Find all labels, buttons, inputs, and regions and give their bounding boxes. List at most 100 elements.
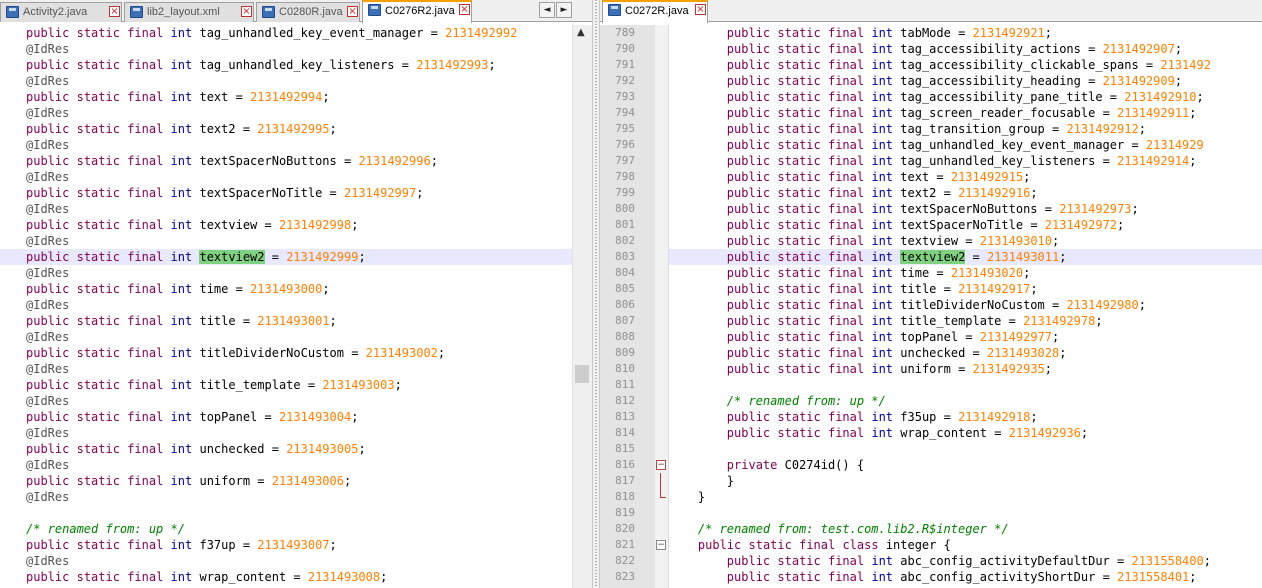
keyword-int: int — [170, 218, 193, 232]
fold-toggle-icon[interactable]: − — [656, 460, 666, 470]
fold-end-marker — [660, 489, 666, 498]
assign-operator: = — [1109, 554, 1132, 568]
keyword-static: static — [76, 58, 120, 72]
tab-scroll-right-icon[interactable]: ► — [556, 2, 572, 18]
code-content — [669, 377, 1262, 393]
keyword-static: static — [76, 186, 120, 200]
code-line: 805 public static final int title = 2131… — [600, 281, 1262, 297]
fold-toggle-icon[interactable]: − — [656, 540, 666, 550]
code-content: public static final int tag_transition_g… — [669, 121, 1262, 137]
assign-operator: = — [1095, 570, 1118, 584]
field-name: unchecked — [900, 346, 966, 360]
tab-lib2-layout-xml[interactable]: lib2_layout.xml × — [124, 2, 254, 22]
left-code-area[interactable]: public static final int tag_unhandled_ke… — [0, 25, 592, 588]
semicolon: ; — [488, 58, 496, 72]
field-name: textSpacerNoTitle — [199, 186, 323, 200]
keyword-public: public — [697, 538, 742, 552]
keyword-public: public — [726, 170, 771, 184]
semicolon: ; — [1059, 250, 1067, 264]
assign-operator: = — [286, 570, 308, 584]
code-content: /* renamed from: up */ — [669, 393, 1262, 409]
tab-c0280r-java[interactable]: C0280R.java × — [256, 2, 360, 22]
keyword-int: int — [871, 90, 894, 104]
keyword-final: final — [827, 554, 865, 568]
left-vertical-scrollbar[interactable]: ▲ — [572, 25, 592, 588]
semicolon: ; — [351, 218, 359, 232]
code-line: public static final int tag_unhandled_ke… — [0, 57, 572, 73]
tab-c0272r-java[interactable]: C0272R.java × — [602, 0, 708, 23]
code-line: 818 } — [600, 489, 1262, 505]
field-value: 2131492921 — [972, 26, 1045, 40]
keyword-static: static — [76, 154, 120, 168]
code-line: public static final int wrap_content = 2… — [0, 569, 572, 585]
annotation: @IdRes — [26, 490, 70, 504]
assign-operator: = — [235, 538, 258, 552]
semicolon: ; — [1189, 106, 1197, 120]
assign-operator: = — [336, 154, 359, 168]
line-number: 818 — [615, 490, 635, 503]
tab-label: C0276R2.java — [385, 5, 455, 17]
assign-operator: = — [423, 26, 446, 40]
close-icon[interactable]: × — [241, 6, 252, 17]
field-value: 2131493004 — [278, 410, 352, 424]
assign-operator: = — [322, 186, 344, 200]
field-name: title — [199, 314, 236, 328]
close-icon[interactable]: × — [109, 6, 120, 17]
keyword-static: static — [76, 378, 120, 392]
annotation: @IdRes — [26, 394, 70, 408]
assign-operator: = — [929, 266, 951, 280]
tab-activity2-java[interactable]: Activity2.java × — [0, 2, 122, 22]
close-icon[interactable]: × — [459, 4, 470, 15]
code-line: @IdRes — [0, 489, 572, 505]
semicolon: ; — [329, 122, 337, 136]
line-number: 797 — [615, 154, 635, 167]
keyword-static: static — [777, 570, 821, 584]
keyword-int: int — [871, 250, 894, 264]
code-line: 802 public static final int textview = 2… — [600, 233, 1262, 249]
keyword-final: final — [827, 282, 865, 296]
annotation: @IdRes — [26, 362, 70, 376]
field-value: 2131493028 — [986, 346, 1060, 360]
keyword-int: int — [170, 378, 193, 392]
keyword-class: class — [842, 538, 879, 552]
assign-operator: = — [950, 26, 973, 40]
field-value: 2131492998 — [278, 218, 352, 232]
code-content: public static final int tabMode = 213149… — [669, 25, 1262, 41]
keyword-public: public — [726, 346, 771, 360]
code-line: public static final int time = 213149300… — [0, 281, 572, 297]
keyword-static: static — [777, 250, 821, 264]
assign-operator: = — [1124, 138, 1146, 152]
assign-operator: = — [1138, 58, 1161, 72]
keyword-final: final — [827, 90, 865, 104]
keyword-final: final — [827, 138, 865, 152]
line-number: 823 — [615, 570, 635, 583]
field-name: tag_unhandled_key_listeners — [900, 154, 1096, 168]
keyword-int: int — [170, 410, 193, 424]
keyword-static: static — [777, 314, 821, 328]
keyword-public: public — [726, 426, 771, 440]
close-icon[interactable]: × — [347, 6, 358, 17]
field-name: unchecked — [199, 442, 265, 456]
tab-c0276r2-java[interactable]: C0276R2.java × — [362, 0, 472, 23]
right-code-area[interactable]: 789 public static final int tabMode = 21… — [600, 25, 1262, 588]
keyword-public: public — [726, 154, 771, 168]
scroll-up-arrow-icon[interactable]: ▲ — [577, 27, 585, 38]
pane-splitter[interactable] — [592, 0, 600, 588]
close-icon[interactable]: × — [695, 4, 706, 15]
annotation: @IdRes — [26, 74, 70, 88]
field-name: wrap_content — [199, 570, 287, 584]
tab-label: Activity2.java — [23, 6, 88, 18]
code-line: 803 public static final int textview2 = … — [600, 249, 1262, 265]
keyword-int: int — [170, 26, 193, 40]
keyword-static: static — [777, 426, 821, 440]
scrollbar-thumb[interactable] — [575, 365, 589, 383]
code-line: public static final int title_template =… — [0, 377, 572, 393]
semicolon: ; — [1030, 186, 1038, 200]
tab-scroll-left-icon[interactable]: ◄ — [539, 2, 555, 18]
field-name: f35up — [900, 410, 937, 424]
keyword-public: public — [726, 570, 771, 584]
code-line: 810 public static final int uniform = 21… — [600, 361, 1262, 377]
keyword-public: public — [726, 90, 771, 104]
code-line: 797 public static final int tag_unhandle… — [600, 153, 1262, 169]
keyword-int: int — [170, 90, 193, 104]
